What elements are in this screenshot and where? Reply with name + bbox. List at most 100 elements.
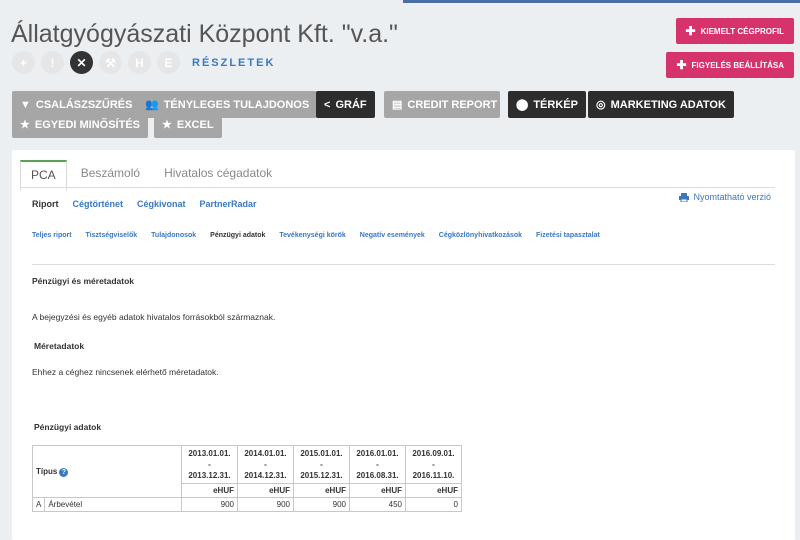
- graf-label: GRÁF: [335, 98, 367, 111]
- e-letter-icon[interactable]: E: [157, 51, 180, 74]
- report-card: PCA Beszámoló Hivatalos cégadatok Riport…: [12, 150, 795, 540]
- share-icon: <: [324, 98, 331, 111]
- period-dash: -: [376, 460, 379, 469]
- subnav2-teljes-riport[interactable]: Teljes riport: [32, 232, 72, 239]
- tab-divider: [20, 187, 775, 188]
- print-label: Nyomtatható verzió: [693, 192, 771, 202]
- subnav2-cegkozlony[interactable]: Cégközlönyhivatkozások: [439, 232, 522, 239]
- credit-report-button[interactable]: ▤ CREDIT REPORT: [384, 91, 500, 118]
- h-letter-icon[interactable]: H: [128, 51, 151, 74]
- subnav2-tisztsegviselok[interactable]: Tisztségviselők: [86, 232, 138, 239]
- users-icon: 👥: [145, 99, 159, 111]
- figyeles-label: FIGYELÉS BEÁLLÍTÁSA: [691, 60, 784, 70]
- unit-cell: eHUF: [405, 483, 462, 498]
- period-dash: -: [432, 460, 435, 469]
- kiemelt-cegprofil-button[interactable]: ✚ KIEMELT CÉGPROFIL: [675, 18, 794, 44]
- plus-icon: ✚: [685, 24, 696, 38]
- subnav2-penzugyi-adatok[interactable]: Pénzügyi adatok: [210, 232, 265, 239]
- close-icon[interactable]: ✕: [70, 51, 93, 74]
- period-header: 2016.09.01. - 2016.11.10.: [405, 445, 462, 484]
- period-from: 2013.01.01.: [188, 449, 231, 458]
- egyedi-label: EGYEDI MINŐSÍTÉS: [34, 118, 141, 131]
- subnav2-negativ-esemenyek[interactable]: Negatív események: [360, 232, 425, 239]
- period-dash: -: [208, 460, 211, 469]
- gavel-icon[interactable]: ⚒: [99, 51, 122, 74]
- section-divider: [32, 264, 775, 265]
- value-cell: 900: [181, 497, 238, 512]
- period-to: 2016.08.31.: [356, 471, 399, 480]
- subnav2-tevekenysegi-korok[interactable]: Tevékenységi körök: [279, 232, 345, 239]
- unit-cell: eHUF: [349, 483, 406, 498]
- period-to: 2014.12.31.: [244, 471, 287, 480]
- top-accent-line: [403, 0, 800, 3]
- company-title: Állatgyógyászati Központ Kft. "v.a.": [11, 20, 398, 48]
- credit-label: CREDIT REPORT: [407, 98, 498, 111]
- report-subnav: Riport Cégtörténet Cégkivonat PartnerRad…: [32, 199, 257, 209]
- table-header-row: Típus? 2013.01.01. - 2013.12.31. 2014.01.0…: [32, 445, 462, 498]
- kiemelt-label: KIEMELT CÉGPROFIL: [700, 26, 784, 36]
- exclamation-icon[interactable]: !: [41, 51, 64, 74]
- period-header: 2014.01.01. - 2014.12.31.: [237, 445, 294, 484]
- star-icon: ★: [162, 119, 172, 131]
- filter-icon: ▼: [20, 98, 31, 111]
- period-to: 2015.12.31.: [300, 471, 343, 480]
- financial-title: Pénzügyi adatok: [34, 422, 102, 432]
- unit-cell: eHUF: [237, 483, 294, 498]
- excel-button[interactable]: ★ EXCEL: [154, 111, 222, 138]
- row-code: A: [31, 497, 46, 512]
- financial-table: Típus? 2013.01.01. - 2013.12.31. 2014.01.0…: [31, 445, 462, 512]
- period-to: 2016.11.10.: [412, 471, 455, 480]
- period-from: 2016.01.01.: [356, 449, 399, 458]
- subnav2-fizetesi-tapasztalat[interactable]: Fizetési tapasztalat: [536, 232, 600, 239]
- tenyleges-label: TÉNYLEGES TULAJDONOS: [163, 98, 310, 111]
- subnav-cegtortenet[interactable]: Cégtörténet: [73, 199, 124, 209]
- plus-icon[interactable]: +: [12, 51, 35, 74]
- value-cell: 0: [405, 497, 462, 512]
- status-icon-row: + ! ✕ ⚒ H E RÉSZLETEK: [12, 51, 275, 74]
- marketing-label: MARKETING ADATOK: [610, 98, 726, 111]
- period-to: 2013.12.31.: [188, 471, 231, 480]
- period-dash: -: [264, 460, 267, 469]
- period-header: 2016.01.01. - 2016.08.31.: [349, 445, 406, 484]
- plus-icon: ✚: [676, 58, 687, 72]
- list-icon: ▤: [392, 99, 403, 111]
- section-title: Pénzügyi és méretadatok: [32, 276, 135, 286]
- bullseye-icon: ◎: [596, 99, 606, 111]
- subnav2-tulajdonosok[interactable]: Tulajdonosok: [151, 232, 196, 239]
- value-cell: 900: [293, 497, 350, 512]
- reszletek-link[interactable]: RÉSZLETEK: [192, 57, 275, 69]
- unit-cell: eHUF: [181, 483, 238, 498]
- csaladszures-label: CSALÁSZSZŰRÉS: [35, 98, 133, 111]
- value-cell: 900: [237, 497, 294, 512]
- period-from: 2015.01.01.: [300, 449, 343, 458]
- section-subnav: Teljes riport Tisztségviselők Tulajdonos…: [32, 232, 600, 239]
- star-icon: ★: [20, 119, 30, 131]
- period-header: 2015.01.01. - 2015.12.31.: [293, 445, 350, 484]
- print-version-link[interactable]: Nyomtatható verzió: [679, 192, 771, 202]
- period-dash: -: [320, 460, 323, 469]
- type-label: Típus: [36, 466, 58, 476]
- marketing-adatok-button[interactable]: ◎ MARKETING ADATOK: [588, 91, 734, 118]
- row-name: Árbevétel: [44, 497, 182, 512]
- graf-button[interactable]: < GRÁF: [316, 91, 375, 118]
- size-title: Méretadatok: [34, 341, 85, 351]
- period-from: 2014.01.01.: [244, 449, 287, 458]
- printer-icon: [679, 192, 690, 202]
- subnav-cegkivonat[interactable]: Cégkivonat: [137, 199, 186, 209]
- terkep-label: TÉRKÉP: [533, 98, 578, 111]
- period-header: 2013.01.01. - 2013.12.31.: [181, 445, 238, 484]
- excel-label: EXCEL: [176, 118, 214, 131]
- map-marker-icon: ⬤: [516, 99, 529, 111]
- egyedi-minosites-button[interactable]: ★ EGYEDI MINŐSÍTÉS: [12, 111, 149, 138]
- terkep-button[interactable]: ⬤ TÉRKÉP: [508, 91, 586, 118]
- period-from: 2016.09.01.: [412, 449, 455, 458]
- type-header: Típus?: [32, 445, 182, 498]
- help-icon[interactable]: ?: [59, 467, 69, 477]
- unit-cell: eHUF: [293, 483, 350, 498]
- size-note: Ehhez a céghez nincsenek elérhető méreta…: [32, 367, 219, 377]
- source-note: A bejegyzési és egyéb adatok hivatalos f…: [32, 312, 276, 322]
- subnav-riport[interactable]: Riport: [32, 199, 59, 209]
- figyeles-beallitasa-button[interactable]: ✚ FIGYELÉS BEÁLLÍTÁSA: [666, 52, 794, 78]
- subnav-partnerradar[interactable]: PartnerRadar: [200, 199, 257, 209]
- value-cell: 450: [349, 497, 406, 512]
